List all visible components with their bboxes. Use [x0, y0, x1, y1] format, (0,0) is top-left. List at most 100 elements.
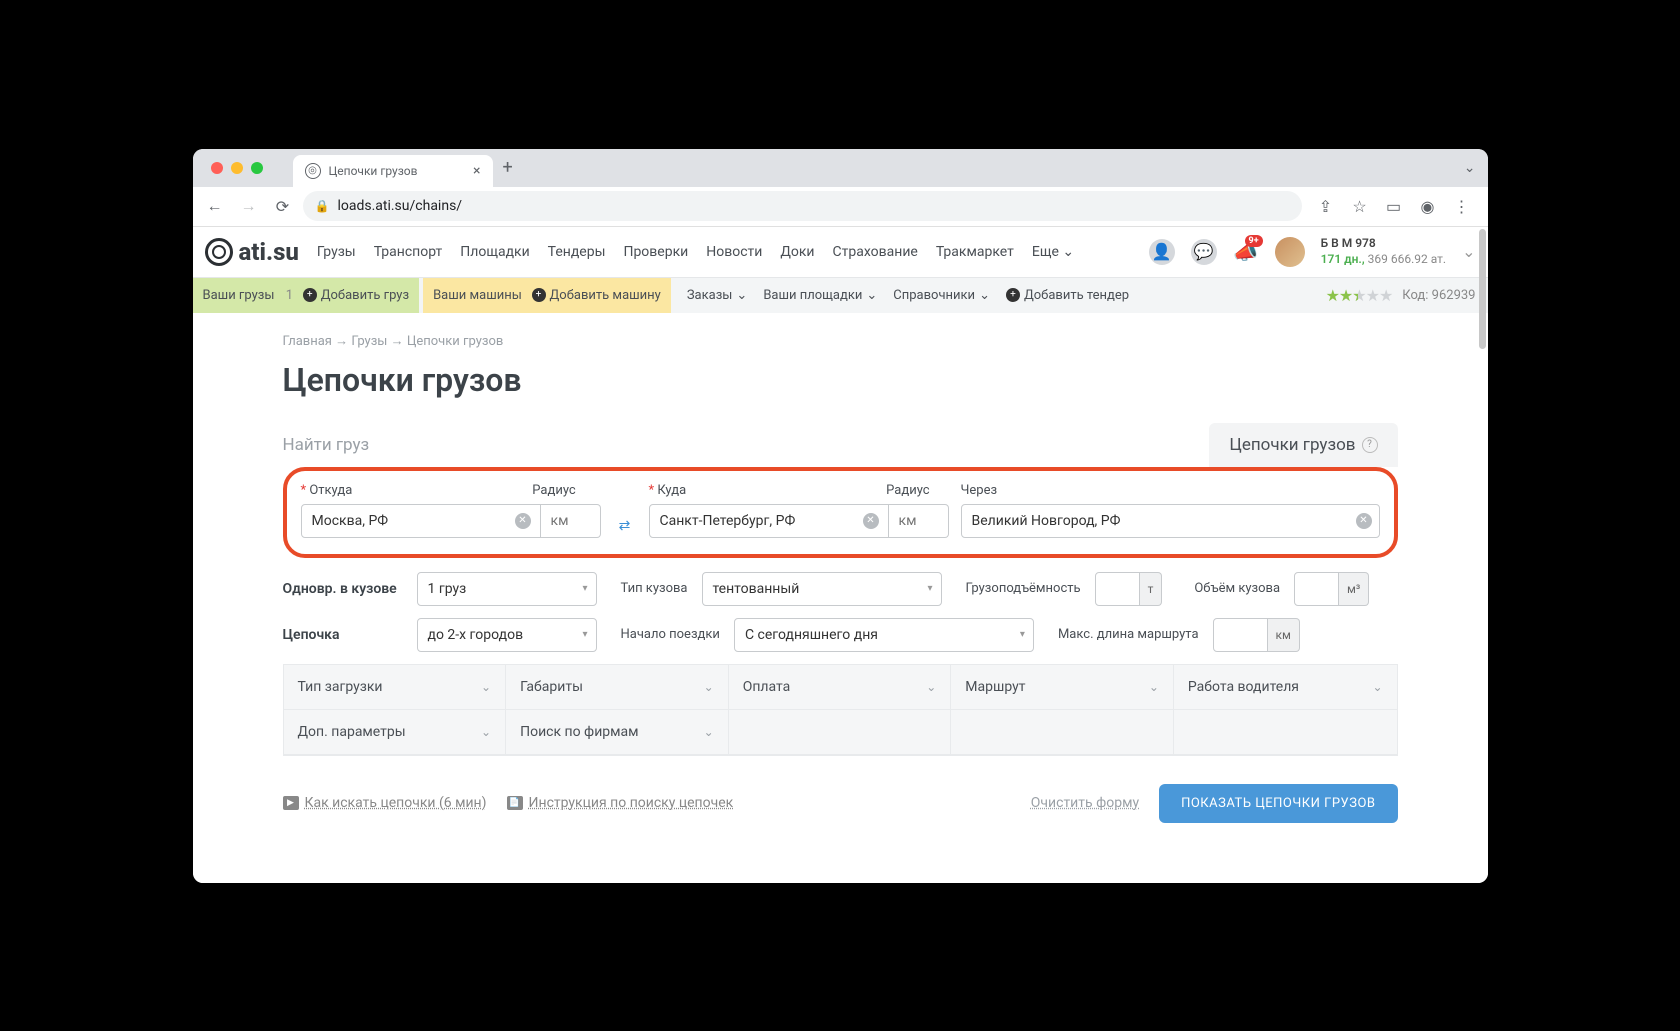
tab-find-cargo[interactable]: Найти груз: [283, 423, 370, 467]
nav-item[interactable]: Тракмаркет: [936, 244, 1014, 260]
rating-stars[interactable]: ★★★★★★: [1326, 286, 1393, 305]
user-balance: 369 666.92 ат.: [1368, 252, 1446, 266]
filter-route[interactable]: Маршрут⌄: [951, 665, 1174, 710]
route-highlight: Откуда Радиус ✕ ⇄ Куда Радиу: [283, 467, 1398, 558]
simul-label: Одновр. в кузове: [283, 581, 403, 597]
capacity-input[interactable]: [1095, 572, 1140, 606]
from-input[interactable]: [301, 504, 541, 538]
share-icon[interactable]: ⇪: [1312, 192, 1340, 220]
profile-search-icon[interactable]: 👤: [1149, 239, 1175, 265]
nav-item[interactable]: Новости: [706, 244, 762, 260]
simul-select[interactable]: 1 груз: [417, 572, 597, 606]
from-label: Откуда: [301, 483, 353, 498]
reload-button[interactable]: ⟳: [269, 192, 297, 220]
orders-dropdown[interactable]: Заказы ⌄: [687, 288, 748, 303]
new-tab-button[interactable]: +: [503, 157, 513, 178]
nav-item[interactable]: Тендеры: [548, 244, 606, 260]
window-close-icon[interactable]: [211, 162, 223, 174]
window-minimize-icon[interactable]: [231, 162, 243, 174]
filter-extra[interactable]: Доп. параметры⌄: [284, 710, 507, 755]
user-block[interactable]: Б В М 978 171 дн., 369 666.92 ат.: [1321, 236, 1446, 267]
nav-item-more[interactable]: Еще ⌄: [1032, 244, 1074, 260]
menu-icon[interactable]: ⋮: [1448, 192, 1476, 220]
nav-item[interactable]: Грузы: [317, 244, 356, 260]
volume-input[interactable]: [1294, 572, 1339, 606]
breadcrumb-section[interactable]: Грузы: [351, 334, 387, 349]
start-select[interactable]: С сегодняшнего дня: [734, 618, 1034, 652]
submit-button[interactable]: ПОКАЗАТЬ ЦЕПОЧКИ ГРУЗОВ: [1159, 784, 1397, 823]
filter-grid: Тип загрузки⌄ Габариты⌄ Оплата⌄ Маршрут⌄…: [283, 664, 1398, 756]
avatar[interactable]: [1275, 237, 1305, 267]
browser-window: ◎ Цепочки грузов × + ⌄ ← → ⟳ 🔒 loads.ati…: [193, 149, 1488, 883]
browser-tab[interactable]: ◎ Цепочки грузов ×: [293, 155, 493, 187]
logo[interactable]: ati.su: [205, 238, 299, 266]
to-radius-input[interactable]: [889, 504, 949, 538]
back-button[interactable]: ←: [201, 192, 229, 220]
tabs-menu-icon[interactable]: ⌄: [1464, 160, 1476, 176]
radius-label-2: Радиус: [886, 483, 929, 498]
bookmark-icon[interactable]: ☆: [1346, 192, 1374, 220]
add-truck-button[interactable]: + Добавить машину: [532, 288, 661, 303]
chain-label: Цепочка: [283, 627, 403, 643]
your-cargo-link[interactable]: Ваши грузы 1: [203, 288, 294, 303]
chain-select[interactable]: до 2-х городов: [417, 618, 597, 652]
manual-link[interactable]: 📄 Инструкция по поиску цепочек: [507, 795, 734, 811]
content: Главная → Грузы → Цепочки грузов Цепочки…: [193, 313, 1488, 883]
via-input[interactable]: [961, 504, 1380, 538]
clear-via-icon[interactable]: ✕: [1356, 513, 1372, 529]
video-help-link[interactable]: ▶ Как искать цепочки (6 мин): [283, 795, 487, 811]
window-zoom-icon[interactable]: [251, 162, 263, 174]
plus-icon: +: [532, 288, 546, 302]
breadcrumb-home[interactable]: Главная: [283, 334, 332, 349]
volume-label: Объём кузова: [1194, 581, 1280, 596]
gear-icon: [205, 238, 233, 266]
your-sites-dropdown[interactable]: Ваши площадки ⌄: [763, 288, 877, 303]
swap-button[interactable]: ⇄: [613, 518, 637, 538]
nav-item[interactable]: Страхование: [833, 244, 918, 260]
your-trucks-link[interactable]: Ваши машины: [433, 288, 522, 303]
add-tender-button[interactable]: + Добавить тендер: [1006, 288, 1129, 303]
tab-close-icon[interactable]: ×: [473, 163, 480, 179]
body-type-select[interactable]: тентованный: [702, 572, 942, 606]
clear-from-icon[interactable]: ✕: [515, 513, 531, 529]
user-days: 171 дн.,: [1321, 252, 1365, 266]
nav-item[interactable]: Транспорт: [374, 244, 443, 260]
notification-icon[interactable]: 📣9+: [1233, 239, 1259, 265]
help-icon[interactable]: ?: [1362, 437, 1378, 453]
maxlen-label: Макс. длина маршрута: [1058, 627, 1199, 642]
play-icon: ▶: [283, 796, 299, 810]
add-cargo-button[interactable]: + Добавить груз: [303, 288, 409, 303]
nav-item[interactable]: Проверки: [623, 244, 688, 260]
nav-item[interactable]: Доки: [780, 244, 814, 260]
filter-dimensions[interactable]: Габариты⌄: [506, 665, 729, 710]
plus-icon: +: [303, 288, 317, 302]
forward-button[interactable]: →: [235, 192, 263, 220]
maxlen-input[interactable]: [1213, 618, 1268, 652]
filter-loading-type[interactable]: Тип загрузки⌄: [284, 665, 507, 710]
extension-icon[interactable]: ◉: [1414, 192, 1442, 220]
chevron-down-icon: ⌄: [926, 680, 936, 694]
user-name: Б В М 978: [1321, 236, 1446, 252]
form-footer: ▶ Как искать цепочки (6 мин) 📄 Инструкци…: [283, 784, 1398, 823]
page-body: ati.su Грузы Транспорт Площадки Тендеры …: [193, 227, 1488, 883]
chevron-down-icon: ⌄: [481, 725, 491, 739]
address-bar[interactable]: 🔒 loads.ati.su/chains/: [303, 191, 1302, 221]
clear-form-link[interactable]: Очистить форму: [1031, 795, 1139, 811]
code-label: Код: 962939: [1402, 288, 1475, 303]
chevron-down-icon: ⌄: [481, 680, 491, 694]
from-radius-input[interactable]: [541, 504, 601, 538]
clear-to-icon[interactable]: ✕: [863, 513, 879, 529]
plus-icon: +: [1006, 288, 1020, 302]
filter-firms[interactable]: Поиск по фирмам⌄: [506, 710, 729, 755]
refs-dropdown[interactable]: Справочники ⌄: [893, 288, 990, 303]
main-nav: Грузы Транспорт Площадки Тендеры Проверк…: [317, 244, 1074, 260]
breadcrumb-current: Цепочки грузов: [407, 334, 503, 349]
filter-driver-work[interactable]: Работа водителя⌄: [1174, 665, 1397, 710]
tab-chains[interactable]: Цепочки грузов ?: [1209, 423, 1397, 467]
chat-icon[interactable]: 💬: [1191, 239, 1217, 265]
to-input[interactable]: [649, 504, 889, 538]
nav-item[interactable]: Площадки: [460, 244, 529, 260]
panel-icon[interactable]: ▭: [1380, 192, 1408, 220]
filter-payment[interactable]: Оплата⌄: [729, 665, 952, 710]
chevron-down-icon[interactable]: ⌄: [1462, 242, 1475, 261]
